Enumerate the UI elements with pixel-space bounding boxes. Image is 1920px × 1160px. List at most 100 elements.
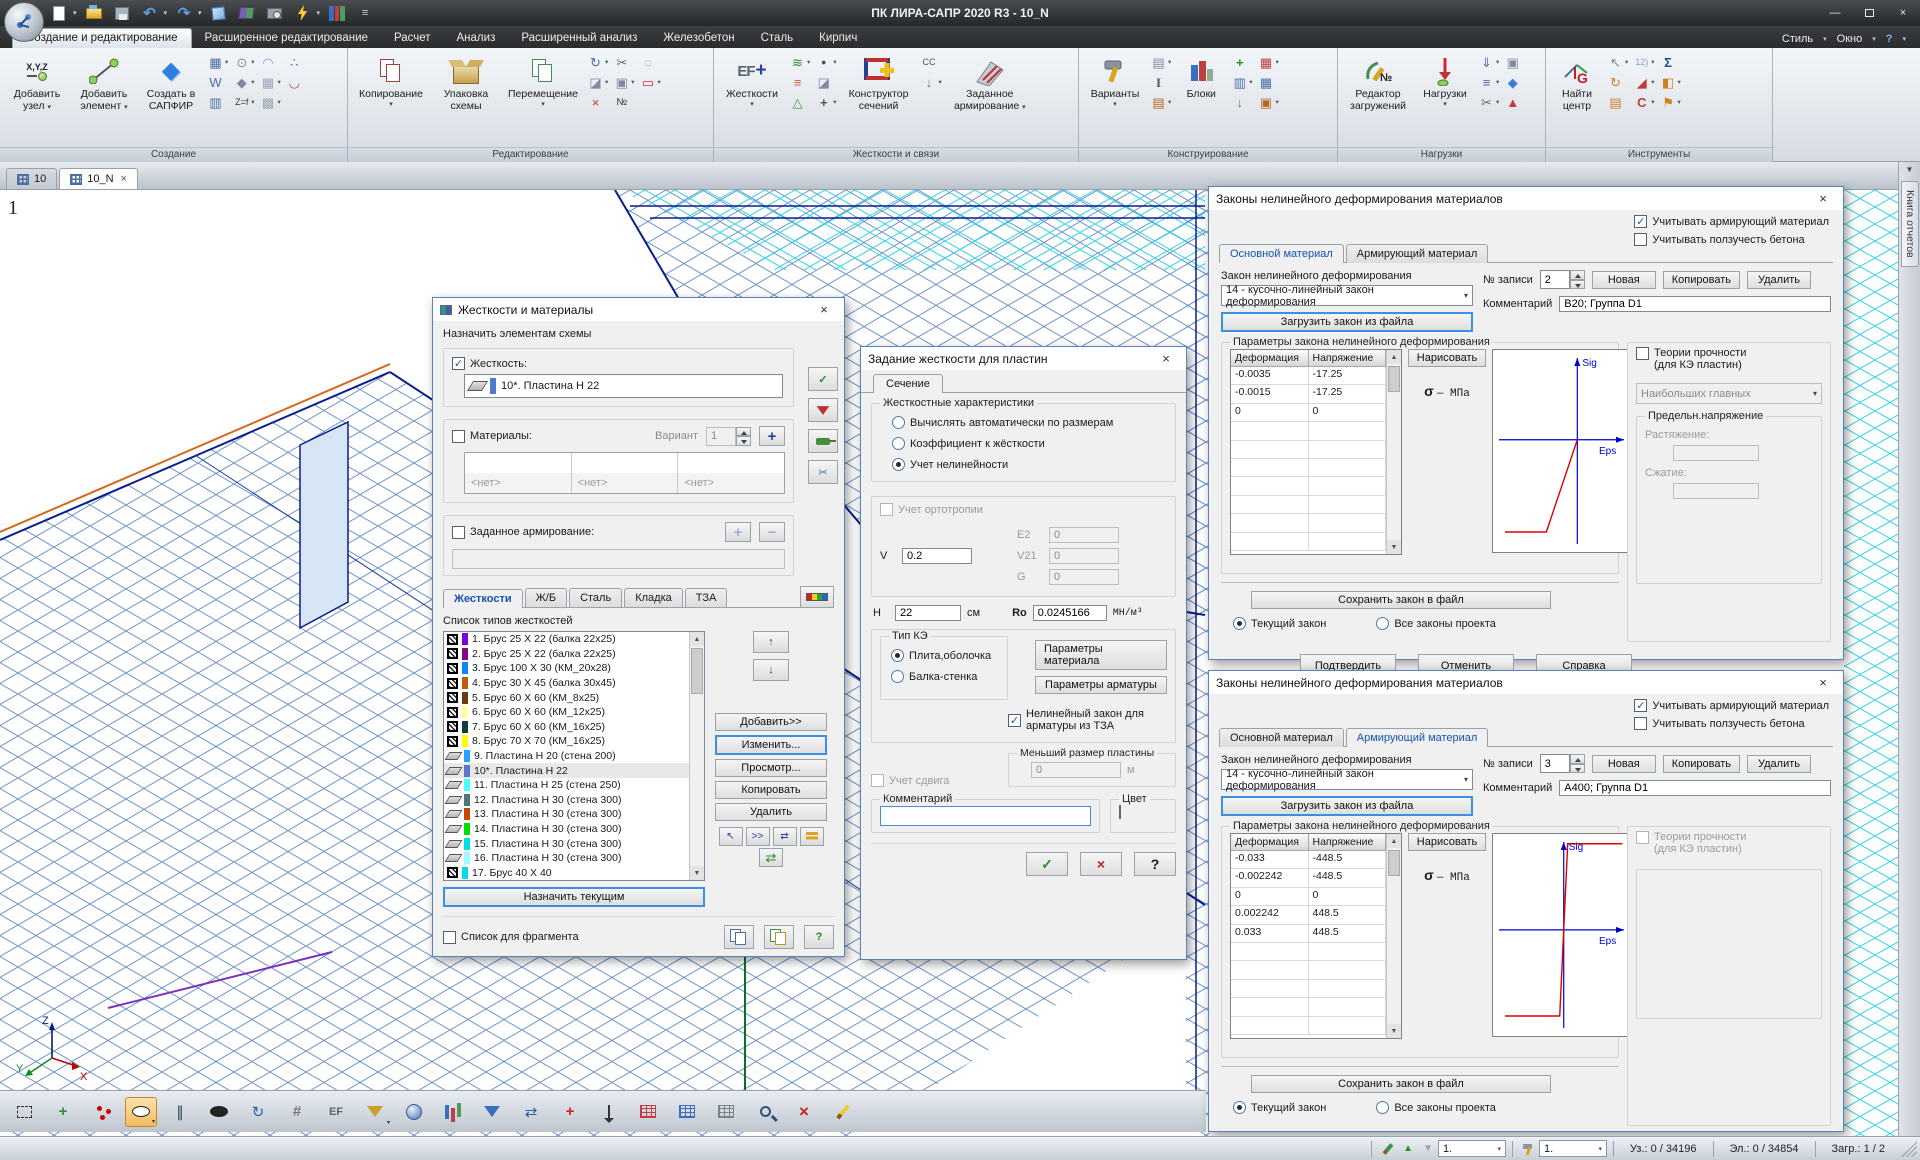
delete-record-button[interactable]: Удалить	[1747, 271, 1811, 289]
list-item[interactable]: 16. Пластина Н 30 (стена 300)	[444, 851, 689, 866]
cell[interactable]	[1309, 459, 1387, 477]
ro-input[interactable]	[1033, 605, 1107, 621]
doc-tab-10[interactable]: 10	[6, 168, 57, 189]
dialog-titlebar[interactable]: Законы нелинейного деформирования матери…	[1209, 187, 1843, 210]
list-item[interactable]: 4. Брус 30 X 45 (балка 30x45)	[444, 676, 689, 691]
frame-blue-icon[interactable]	[671, 1097, 703, 1127]
cell[interactable]: -0.0035	[1231, 367, 1309, 385]
cell[interactable]	[1231, 533, 1309, 551]
ribbon-tab-analysis[interactable]: Анализ	[444, 29, 509, 48]
renumber-icon[interactable]: №	[612, 93, 635, 111]
ribbon-tab-concrete[interactable]: Железобетон	[650, 29, 747, 48]
red-frame-icon[interactable]: ▭▾	[639, 73, 662, 91]
c-scale-icon[interactable]: C▾	[1632, 93, 1655, 111]
wall-block-icon[interactable]: ▦	[1257, 73, 1280, 91]
diagram-3d-icon[interactable]	[326, 3, 348, 23]
cell[interactable]: 0	[1231, 404, 1309, 422]
dynamic-load-icon[interactable]: ◆	[1503, 73, 1522, 91]
radio-current-law[interactable]: Текущий закон	[1233, 617, 1326, 630]
cell[interactable]	[1231, 459, 1309, 477]
radio-beam-wall[interactable]: Балка-стенка	[891, 670, 1001, 683]
record-down-icon[interactable]	[1570, 280, 1585, 290]
list-item[interactable]: 9. Пластина Н 20 (стена 200)	[444, 749, 689, 764]
cell[interactable]: -17.25	[1309, 385, 1387, 403]
filled-ellipse-icon[interactable]	[203, 1097, 235, 1127]
cell[interactable]: 0.033	[1231, 925, 1309, 943]
redo-dropdown-icon[interactable]: ▾	[198, 9, 202, 17]
ok-button[interactable]: ✓	[1026, 852, 1068, 876]
list-item[interactable]: 7. Брус 60 X 60 (КМ_16x25)	[444, 720, 689, 735]
cut-loads-icon[interactable]: ✂▾	[1477, 93, 1500, 111]
ribbon-tab-advanced-analysis[interactable]: Расширенный анализ	[508, 29, 650, 48]
list-item[interactable]: 6. Брус 60 X 60 (КМ_12x25)	[444, 705, 689, 720]
show-down-icon[interactable]: ▼	[1418, 1143, 1438, 1154]
strength-theory-checkbox[interactable]: Теории прочности(для КЭ пластин)	[1636, 347, 1822, 371]
comment-input[interactable]	[1559, 780, 1831, 796]
cell[interactable]	[1309, 943, 1387, 961]
delete-red-icon[interactable]: ×	[788, 1097, 820, 1127]
open-file-icon[interactable]	[83, 3, 105, 23]
apply-check-button[interactable]: ✓	[808, 367, 838, 391]
stamp-icon[interactable]: ▣▾	[1257, 93, 1280, 111]
pin-flag-icon[interactable]: ⚑▾	[1659, 93, 1682, 111]
law-combo[interactable]: 14 - кусочно-линейный закон деформирован…	[1221, 285, 1473, 306]
cell[interactable]	[1309, 998, 1387, 1016]
render-sphere-icon[interactable]	[398, 1097, 430, 1127]
cell[interactable]: 0.002242	[1231, 906, 1309, 924]
block-rows-icon[interactable]: ▥▾	[1230, 73, 1253, 91]
frame-block-icon[interactable]: ▦▾	[1257, 53, 1280, 71]
scroll-up-icon[interactable]: ▲	[1387, 350, 1401, 364]
record-spinner[interactable]	[1540, 270, 1585, 289]
tab-reinforcing-material[interactable]: Армирующий материал	[1346, 244, 1489, 263]
report-button[interactable]	[764, 925, 794, 949]
plumb-pin-icon[interactable]	[593, 1097, 625, 1127]
draw-button[interactable]: Нарисовать	[1408, 833, 1486, 851]
rotate-view-icon[interactable]: ↻	[242, 1097, 274, 1127]
orthotropy-checkbox[interactable]: Учет ортотропии	[880, 503, 1167, 516]
dialog-close-button[interactable]: ×	[1810, 191, 1836, 206]
doc-tab-close-icon[interactable]: ×	[121, 173, 127, 185]
dialog-close-button[interactable]: ×	[1810, 675, 1836, 690]
comment-input[interactable]	[880, 806, 1091, 826]
color-swatch[interactable]	[1119, 805, 1121, 819]
variant-select[interactable]: 1.▾	[1539, 1140, 1607, 1157]
cell[interactable]: 0	[1309, 888, 1387, 906]
cell[interactable]	[1309, 980, 1387, 998]
block-pin-icon[interactable]: ↓	[1230, 93, 1253, 111]
refresh-box-icon[interactable]: ↻	[1606, 73, 1629, 91]
find-center-button[interactable]: G Найти центр	[1551, 51, 1603, 114]
pack-scheme-button[interactable]: Упаковка схемы	[432, 51, 500, 114]
cell[interactable]	[1309, 422, 1387, 440]
cell[interactable]: -0.033	[1231, 851, 1309, 869]
v-input[interactable]	[902, 548, 972, 564]
use-creep-checkbox[interactable]: Учитывать ползучесть бетона	[1634, 717, 1829, 730]
tab-rc[interactable]: Ж/Б	[525, 588, 567, 607]
cell[interactable]	[1309, 1017, 1387, 1035]
zoom-search-icon[interactable]	[749, 1097, 781, 1127]
save-icon[interactable]	[111, 3, 133, 23]
diagram-tool-icon[interactable]	[437, 1097, 469, 1127]
new-record-button[interactable]: Новая	[1592, 271, 1656, 289]
colorscale-icon[interactable]: ▤	[1606, 93, 1629, 111]
new-document-icon[interactable]	[48, 3, 70, 23]
copy-record-button[interactable]: Копировать	[1663, 271, 1740, 289]
blocks-button[interactable]: Блоки	[1175, 51, 1227, 103]
move-down-button[interactable]: ↓	[753, 659, 789, 681]
cell[interactable]	[1309, 441, 1387, 459]
cell[interactable]	[1309, 514, 1387, 532]
style-dropdown-icon[interactable]: ▾	[1823, 35, 1827, 43]
undo-dropdown-icon[interactable]: ▾	[164, 9, 168, 17]
reinf-params-button[interactable]: Параметры арматуры	[1035, 676, 1167, 694]
g-input[interactable]	[1049, 569, 1119, 585]
cell[interactable]	[1231, 422, 1309, 440]
delete-tool-icon[interactable]: ×	[586, 93, 609, 111]
add-node-tool-icon[interactable]: +	[47, 1097, 79, 1127]
quick-run-dropdown-icon[interactable]: ▾	[317, 9, 321, 17]
load-density-icon[interactable]: ⇓▾	[1477, 53, 1500, 71]
strength-theory-checkbox[interactable]: Теории прочности(для КЭ пластин)	[1636, 831, 1822, 855]
scroll-down-icon[interactable]: ▼	[1387, 1024, 1401, 1038]
record-input[interactable]	[1540, 754, 1570, 773]
load-law-button[interactable]: Загрузить закон из файла	[1221, 796, 1473, 816]
brush-button[interactable]	[808, 429, 838, 453]
exchange-small-icon[interactable]: ⇄	[773, 827, 797, 846]
